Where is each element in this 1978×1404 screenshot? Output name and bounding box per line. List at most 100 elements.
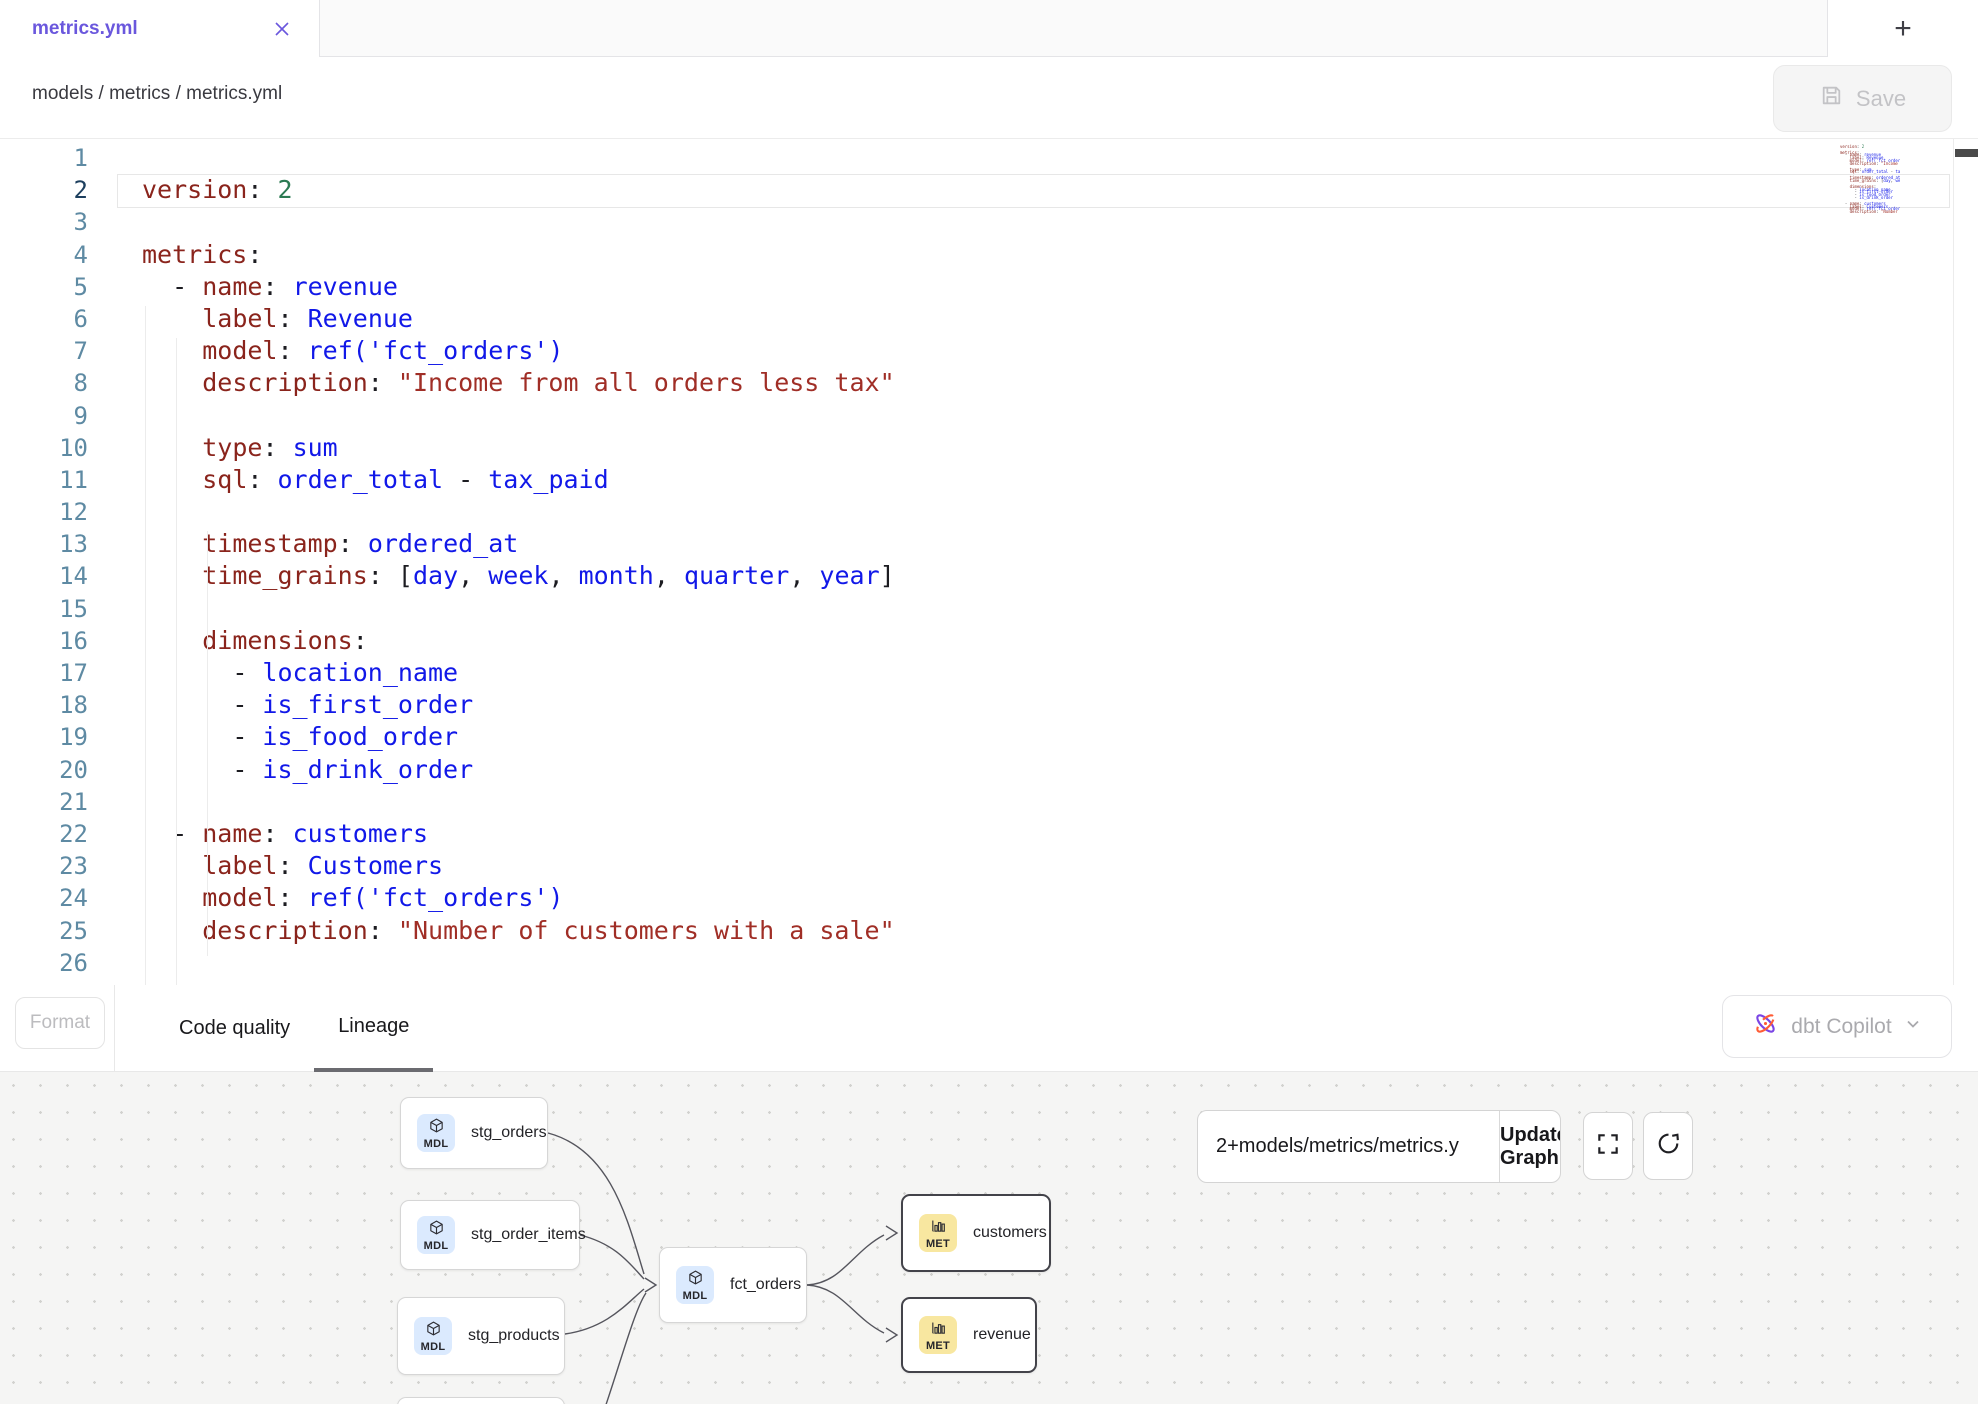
line-number: 6 xyxy=(0,303,113,335)
line-number: 25 xyxy=(0,915,113,947)
line-number: 11 xyxy=(0,464,113,496)
code-line-2[interactable]: version: 2 xyxy=(113,174,1978,206)
toolbar-divider xyxy=(114,985,115,1072)
metric-badge: MET xyxy=(919,1316,957,1354)
code-line-5[interactable]: - name: revenue xyxy=(113,271,1978,303)
line-number: 1 xyxy=(0,142,113,174)
line-number: 14 xyxy=(0,560,113,592)
code-line-15[interactable] xyxy=(113,593,1978,625)
lineage-node-stg_order_items[interactable]: MDLstg_order_items xyxy=(400,1200,580,1270)
code-line-14[interactable]: time_grains: [day, week, month, quarter,… xyxy=(113,560,1978,592)
code-line-4[interactable]: metrics: xyxy=(113,239,1978,271)
model-badge: MDL xyxy=(417,1216,455,1254)
minimap-line: description: "Number of customers with a… xyxy=(1840,211,1900,214)
model-badge: MDL xyxy=(676,1266,714,1304)
code-line-11[interactable]: sql: order_total - tax_paid xyxy=(113,464,1978,496)
code-line-7[interactable]: model: ref('fct_orders') xyxy=(113,335,1978,367)
node-label: customers xyxy=(973,1224,1047,1242)
refresh-icon xyxy=(1655,1130,1682,1162)
line-number: 17 xyxy=(0,657,113,689)
cube-icon xyxy=(425,1320,442,1342)
cube-icon xyxy=(428,1219,445,1241)
cube-icon xyxy=(428,1117,445,1139)
node-label: stg_products xyxy=(468,1327,560,1345)
bar-chart-icon xyxy=(930,1217,947,1239)
model-badge: MDL xyxy=(417,1114,455,1152)
dbt-copilot-label: dbt Copilot xyxy=(1791,1015,1891,1039)
tab-metrics-yml[interactable]: metrics.yml xyxy=(0,0,320,57)
minimap-line: description: "Income from all orders les… xyxy=(1840,163,1900,166)
tab-bar: metrics.yml + xyxy=(0,0,1978,57)
code-line-17[interactable]: - location_name xyxy=(113,657,1978,689)
line-number: 22 xyxy=(0,818,113,850)
code-line-13[interactable]: timestamp: ordered_at xyxy=(113,528,1978,560)
save-button[interactable]: Save xyxy=(1773,65,1952,132)
line-number: 7 xyxy=(0,335,113,367)
code-line-3[interactable] xyxy=(113,206,1978,238)
code-lines: version: 2 metrics: - name: revenue label… xyxy=(113,142,1978,979)
line-number: 19 xyxy=(0,721,113,753)
lineage-node-customers[interactable]: METcustomers xyxy=(901,1194,1051,1272)
plus-icon: + xyxy=(1894,12,1912,46)
line-number: 18 xyxy=(0,689,113,721)
code-line-19[interactable]: - is_food_order xyxy=(113,721,1978,753)
scrollbar-thumb[interactable] xyxy=(1955,149,1978,157)
update-graph-button[interactable]: Update Graph xyxy=(1499,1111,1561,1182)
new-tab-button[interactable]: + xyxy=(1827,0,1978,57)
code-line-8[interactable]: description: "Income from all orders les… xyxy=(113,367,1978,399)
save-icon xyxy=(1819,83,1844,114)
line-number: 20 xyxy=(0,754,113,786)
close-icon[interactable] xyxy=(273,20,291,38)
tab-code-quality[interactable]: Code quality xyxy=(155,985,314,1072)
cube-icon xyxy=(687,1269,704,1291)
code-line-16[interactable]: dimensions: xyxy=(113,625,1978,657)
node-label: fct_orders xyxy=(730,1276,801,1294)
refresh-button[interactable] xyxy=(1643,1112,1693,1180)
node-label: stg_order_items xyxy=(471,1226,586,1244)
tab-bar-empty xyxy=(320,0,1827,56)
code-line-6[interactable]: label: Revenue xyxy=(113,303,1978,335)
code-line-25[interactable]: description: "Number of customers with a… xyxy=(113,915,1978,947)
code-line-21[interactable] xyxy=(113,786,1978,818)
file-header: models / metrics / metrics.yml Save xyxy=(0,57,1978,139)
code-line-23[interactable]: label: Customers xyxy=(113,850,1978,882)
fullscreen-icon xyxy=(1595,1131,1621,1162)
chevron-down-icon xyxy=(1904,1015,1922,1039)
lineage-node-stg_products[interactable]: MDLstg_products xyxy=(397,1297,565,1375)
lineage-node-stg_orders[interactable]: MDL stg_orders xyxy=(400,1097,548,1169)
lineage-filter-input[interactable] xyxy=(1198,1111,1499,1182)
code-line-18[interactable]: - is_first_order xyxy=(113,689,1978,721)
code-line-10[interactable]: type: sum xyxy=(113,432,1978,464)
breadcrumb: models / metrics / metrics.yml xyxy=(32,83,282,105)
code-line-26[interactable] xyxy=(113,947,1978,979)
minimap-line: sql: order_total - tax_paid xyxy=(1840,171,1900,174)
minimap[interactable]: version: 2metrics: - name: revenue label… xyxy=(1840,143,1900,223)
indent-guide xyxy=(145,306,146,985)
tab-lineage[interactable]: Lineage xyxy=(314,985,433,1072)
lineage-node-fct_orders[interactable]: MDL fct_orders xyxy=(659,1247,807,1323)
line-number: 23 xyxy=(0,850,113,882)
code-editor[interactable]: 1234567891011121314151617181920212223242… xyxy=(0,139,1978,985)
node-label: stg_orders xyxy=(471,1124,547,1142)
code-line-24[interactable]: model: ref('fct_orders') xyxy=(113,882,1978,914)
lineage-node-hidden_bottom_model[interactable] xyxy=(397,1397,565,1404)
line-number: 13 xyxy=(0,528,113,560)
panel-tabs: Code qualityLineage xyxy=(155,985,433,1072)
format-button[interactable]: Format xyxy=(15,997,105,1049)
dbt-copilot-button[interactable]: dbt Copilot xyxy=(1722,995,1952,1058)
code-line-22[interactable]: - name: customers xyxy=(113,818,1978,850)
node-label: revenue xyxy=(973,1326,1031,1344)
line-number: 10 xyxy=(0,432,113,464)
code-line-9[interactable] xyxy=(113,400,1978,432)
indent-guide xyxy=(207,531,208,956)
minimap-line xyxy=(1840,214,1900,217)
code-line-1[interactable] xyxy=(113,142,1978,174)
dbt-copilot-icon xyxy=(1752,1010,1779,1043)
code-line-20[interactable]: - is_drink_order xyxy=(113,754,1978,786)
lineage-node-revenue[interactable]: MET revenue xyxy=(901,1297,1037,1373)
lineage-graph[interactable]: MDLstg_ordersMDLstg_order_itemsMDLstg_pr… xyxy=(0,1072,1978,1404)
format-label: Format xyxy=(30,1012,90,1034)
code-line-12[interactable] xyxy=(113,496,1978,528)
line-number: 15 xyxy=(0,593,113,625)
fullscreen-button[interactable] xyxy=(1583,1112,1633,1180)
